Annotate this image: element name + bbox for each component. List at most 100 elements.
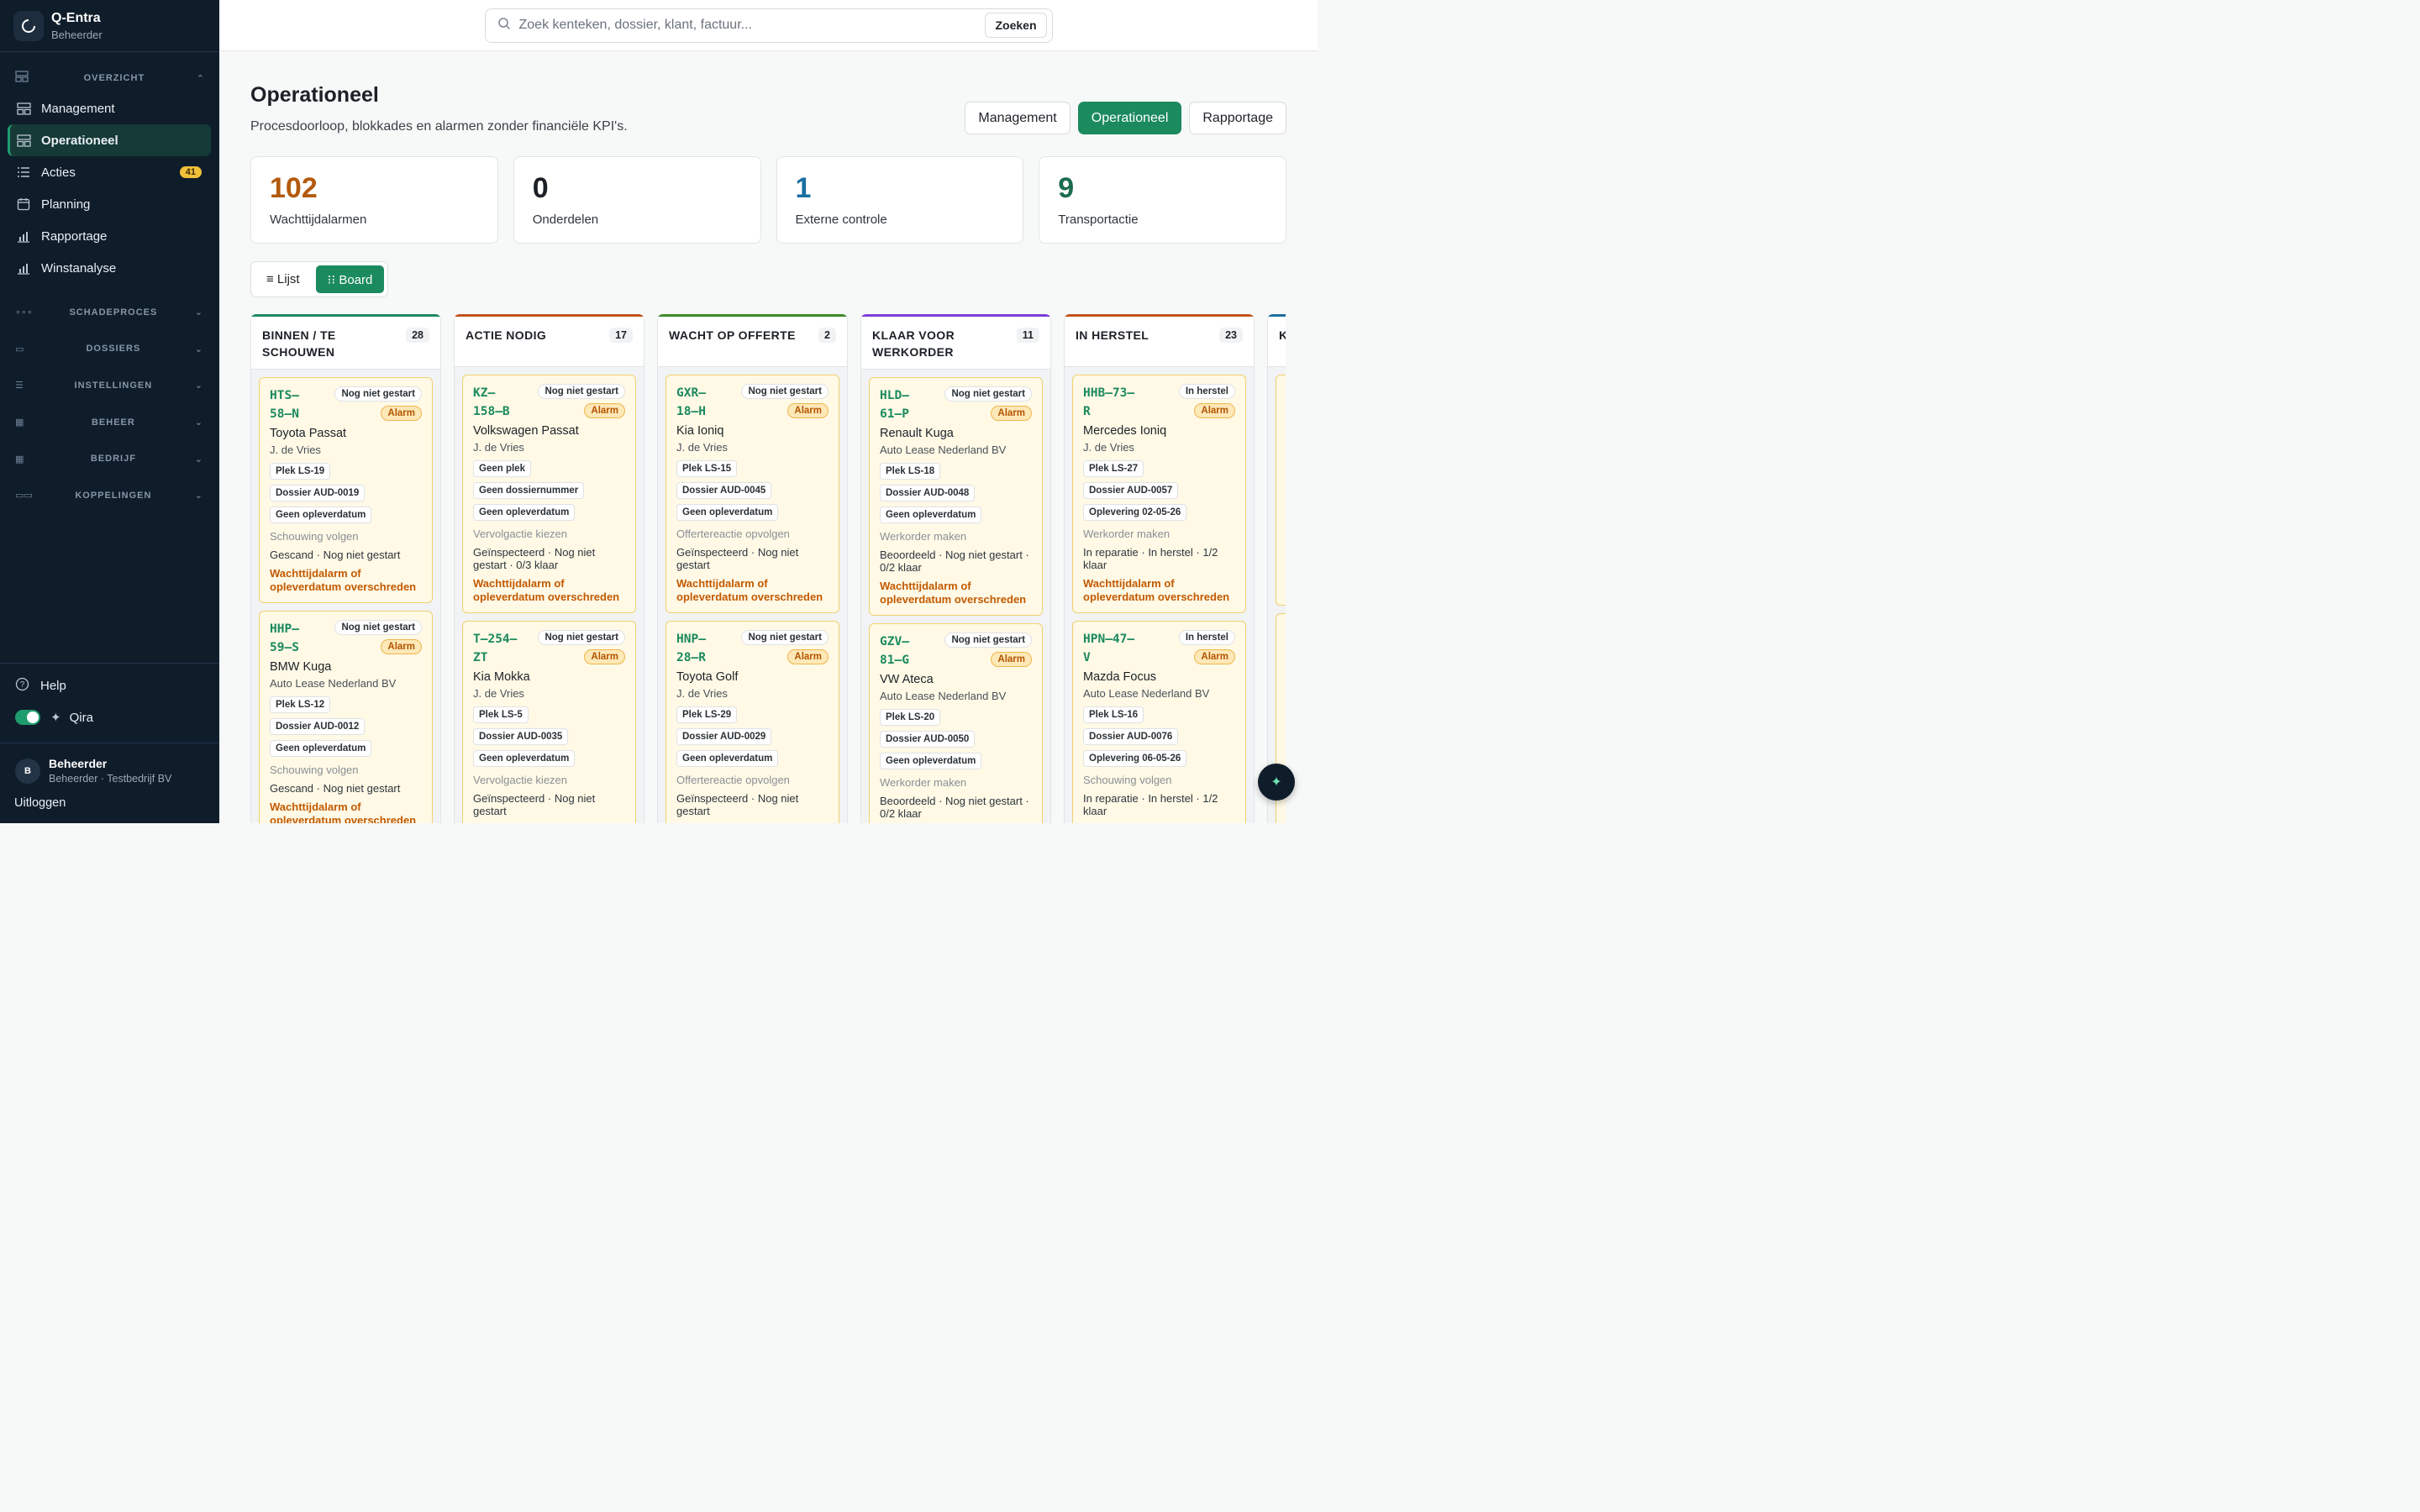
user-profile[interactable]: B Beheerder Beheerder · Testbedrijf BV <box>0 743 219 785</box>
plate-line: R <box>1083 405 1091 418</box>
card-header: HNP– 28–R Nog niet gestart Alarm <box>676 630 829 667</box>
list-view-button[interactable]: ≡ Lijst <box>255 265 312 293</box>
board-column: KLAAR VOOR WERKORDER 11 HLD– 61–P Nog niet g… <box>860 314 1051 823</box>
vehicle-model: Kia Mokka <box>473 670 530 684</box>
license-plate: HHP– 59–S <box>270 620 299 657</box>
tab-rapportage[interactable]: Rapportage <box>1189 102 1286 134</box>
license-plate: HHB–73– R <box>1083 384 1134 421</box>
kanban-board: BINNEN / TE SCHOUWEN 28 HTS– 58–N Nog niet g… <box>250 314 1286 823</box>
customer-name: J. de Vries <box>270 444 321 456</box>
process-state: Geïnspecteerd · Nog niet gestart <box>676 546 799 571</box>
column-title: IN HERSTEL <box>1076 328 1150 342</box>
sidebar-item-winstanalyse[interactable]: Winstanalyse <box>8 252 211 284</box>
next-action: Schouwing volgen <box>270 764 359 776</box>
dossier-card[interactable]: GZV– 81–G Nog niet gestart Alarm VW Ateca Aut… <box>869 623 1043 823</box>
dossier-card[interactable]: HHB–73– R In herstel Alarm Mercedes Ioniq J. … <box>1072 375 1246 613</box>
dossier-card[interactable]: HLD– 61–P Nog niet gestart Alarm Renault Kug… <box>869 377 1043 616</box>
card-chips: Plek LS-27 Dossier AUD-0057 Oplevering 02-… <box>1083 460 1235 521</box>
section-label: BEDRIJF <box>90 454 136 465</box>
card-header: HHB–73– R In herstel Alarm <box>1083 384 1235 421</box>
next-action: Offertereactie opvolgen <box>676 528 790 540</box>
dossier-card[interactable] <box>1276 375 1286 606</box>
plate-line: HTS– <box>270 389 299 402</box>
card-chips: Geen plek Geen dossiernummer Geen opleverd… <box>473 460 625 521</box>
alarm-warning: Wachttijdalarm of opleverdatum overschre… <box>270 567 417 593</box>
kpi-label: Onderdelen <box>532 213 599 227</box>
logout-button[interactable]: Uitloggen <box>0 785 219 823</box>
qira-toggle[interactable] <box>15 710 40 725</box>
dossier-card[interactable]: HHP– 59–S Nog niet gestart Alarm BMW Kuga Aut… <box>259 611 433 823</box>
next-action: Werkorder maken <box>880 530 967 543</box>
tab-operationeel[interactable]: Operationeel <box>1077 102 1182 134</box>
alarm-badge: Alarm <box>1194 403 1235 418</box>
section-dossiers[interactable]: ▭ DOSSIERS ⌄ <box>0 331 219 368</box>
help-link[interactable]: ? Help <box>15 674 204 697</box>
card-chips: Plek LS-12 Dossier AUD-0012 Geen opleverda… <box>270 696 422 757</box>
sidebar-item-planning[interactable]: Planning <box>8 188 211 220</box>
section-label: BEHEER <box>91 417 135 428</box>
search-input[interactable] <box>518 18 986 33</box>
sidebar-item-management[interactable]: Management <box>8 92 211 124</box>
kpi-value: 102 <box>270 172 318 204</box>
dossier-card[interactable]: KZ– 158–B Nog niet gestart Alarm Volkswagen … <box>462 375 636 613</box>
board-view-button[interactable]: ⁝⁝ Board <box>315 265 385 293</box>
section-label: KOPPELINGEN <box>75 490 152 501</box>
sidebar-item-label: Winstanalyse <box>41 260 117 276</box>
plate-line: 58–N <box>270 407 299 421</box>
vehicle-model: Toyota Golf <box>676 670 739 684</box>
user-name: Beheerder <box>49 757 108 770</box>
card-tags: Nog niet gestart Alarm <box>741 630 829 664</box>
section-koppelingen[interactable]: ▭▭ KOPPELINGEN ⌄ <box>0 477 219 514</box>
section-beheer[interactable]: ▦ BEHEER ⌄ <box>0 404 219 441</box>
sidebar-item-label: Management <box>41 101 115 116</box>
vehicle-model: Mazda Focus <box>1083 670 1157 684</box>
card-chips: Plek LS-18 Dossier AUD-0048 Geen opleverda… <box>880 463 1032 523</box>
section-schadeproces[interactable]: ∘∘∘ SCHADEPROCES ⌄ <box>0 294 219 331</box>
brand: Q-Entra Beheerder <box>0 0 219 52</box>
next-action: Vervolgactie kiezen <box>473 774 568 786</box>
info-chip: Geen opleverdatum <box>473 504 576 521</box>
customer-name: J. de Vries <box>473 687 524 700</box>
sidebar-item-label: Acties <box>41 165 76 180</box>
info-chip: Dossier AUD-0048 <box>880 485 976 501</box>
process-state: Beoordeeld · Nog niet gestart · 0/2 klaa… <box>880 795 1029 820</box>
section-instellingen[interactable]: ☰ INSTELLINGEN ⌄ <box>0 367 219 404</box>
dossier-card[interactable]: GXR– 18–H Nog niet gestart Alarm Kia Ioniq J.… <box>666 375 839 613</box>
card-chips: Plek LS-20 Dossier AUD-0050 Geen opleverda… <box>880 709 1032 769</box>
sidebar-item-acties[interactable]: Acties 41 <box>8 156 211 188</box>
workflow-icon: ∘∘∘ <box>15 307 33 318</box>
tab-management[interactable]: Management <box>965 102 1071 134</box>
dossier-card[interactable]: HTS– 58–N Nog niet gestart Alarm Toyota Pass… <box>259 377 433 603</box>
info-chip: Plek LS-27 <box>1083 460 1144 477</box>
sidebar-item-rapportage[interactable]: Rapportage <box>8 220 211 252</box>
column-title: KLAAR VOOR WERKORDER <box>872 328 955 359</box>
dossier-card[interactable]: T–254– ZT Nog niet gestart Alarm Kia Mokka J.… <box>462 621 636 823</box>
customer-name: J. de Vries <box>473 441 524 454</box>
column-count: 23 <box>1219 328 1243 343</box>
alarm-badge: Alarm <box>381 639 422 654</box>
vehicle-model: Mercedes Ioniq <box>1083 424 1167 438</box>
board-column: IN HERSTEL 23 HHB–73– R In herstel Alarm Merce… <box>1064 314 1255 823</box>
card-tags: Nog niet gestart Alarm <box>741 384 829 418</box>
info-chip: Plek LS-16 <box>1083 706 1144 723</box>
board-column: BINNEN / TE SCHOUWEN 28 HTS– 58–N Nog niet g… <box>250 314 441 823</box>
view-switch: ≡ Lijst ⁝⁝ Board <box>250 261 389 297</box>
column-count: 11 <box>1016 328 1039 343</box>
search-button[interactable]: Zoeken <box>985 13 1047 38</box>
section-overzicht[interactable]: OVERZICHT ⌃ <box>0 64 219 92</box>
column-count: 28 <box>406 328 429 343</box>
plate-line: T–254– <box>473 633 518 646</box>
page-title: Operationeel <box>250 83 379 107</box>
sidebar-item-operationeel[interactable]: Operationeel <box>8 124 211 156</box>
vehicle-model: Kia Ioniq <box>676 424 724 438</box>
assistant-button[interactable]: ✦ <box>1258 764 1295 801</box>
sparkle-icon: ✦ <box>1270 775 1282 790</box>
kpi-card: 102 Wachttijdalarmen <box>250 156 498 244</box>
dossier-card[interactable]: HPN–47– V In herstel Alarm Mazda Focus Auto L… <box>1072 621 1246 823</box>
section-bedrijf[interactable]: ▦ BEDRIJF ⌄ <box>0 440 219 477</box>
process-state: In reparatie · In herstel · 1/2 klaar <box>1083 546 1218 571</box>
card-chips: Plek LS-29 Dossier AUD-0029 Geen opleverda… <box>676 706 829 767</box>
license-plate: HNP– 28–R <box>676 630 706 667</box>
plate-line: HPN–47– <box>1083 633 1135 646</box>
dossier-card[interactable]: HNP– 28–R Nog niet gestart Alarm Toyota Golf… <box>666 621 839 823</box>
